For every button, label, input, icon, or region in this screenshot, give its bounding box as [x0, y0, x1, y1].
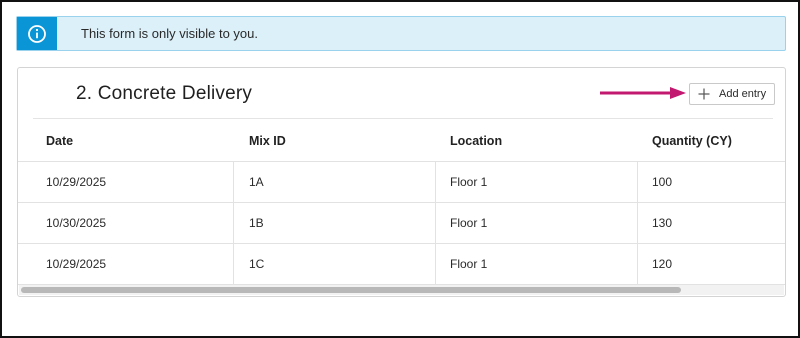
cell-date[interactable]: 10/29/2025: [18, 244, 234, 284]
scrollbar-thumb[interactable]: [21, 287, 681, 293]
cell-location[interactable]: Floor 1: [436, 162, 638, 202]
cell-location[interactable]: Floor 1: [436, 203, 638, 243]
delivery-table: Date Mix ID Location Quantity (CY) 10/29…: [18, 120, 785, 285]
cell-mix-id[interactable]: 1B: [234, 203, 436, 243]
cell-date[interactable]: 10/30/2025: [18, 203, 234, 243]
cell-quantity[interactable]: 120: [638, 244, 785, 284]
plus-icon: [697, 87, 711, 101]
annotation-arrow-icon: [600, 87, 686, 99]
form-window: This form is only visible to you. 2. Con…: [0, 0, 800, 338]
table-header-row: Date Mix ID Location Quantity (CY): [18, 120, 785, 162]
add-entry-label: Add entry: [719, 88, 767, 100]
concrete-delivery-section: 2. Concrete Delivery Add entry Date Mix …: [17, 67, 786, 297]
cell-date[interactable]: 10/29/2025: [18, 162, 234, 202]
table-row[interactable]: 10/29/2025 1C Floor 1 120: [18, 244, 785, 285]
add-entry-button[interactable]: Add entry: [689, 83, 775, 105]
column-header-mix-id[interactable]: Mix ID: [234, 120, 436, 161]
title-divider: [33, 118, 773, 119]
column-header-date[interactable]: Date: [18, 120, 234, 161]
table-row[interactable]: 10/30/2025 1B Floor 1 130: [18, 203, 785, 244]
banner-message: This form is only visible to you.: [81, 26, 259, 41]
info-icon: [17, 17, 57, 50]
cell-quantity[interactable]: 100: [638, 162, 785, 202]
table-row[interactable]: 10/29/2025 1A Floor 1 100: [18, 162, 785, 203]
info-banner: This form is only visible to you.: [16, 16, 786, 51]
section-title: 2. Concrete Delivery: [76, 83, 253, 104]
column-header-location[interactable]: Location: [436, 120, 638, 161]
column-header-quantity[interactable]: Quantity (CY): [638, 120, 785, 161]
horizontal-scrollbar[interactable]: [19, 285, 784, 295]
cell-quantity[interactable]: 130: [638, 203, 785, 243]
cell-location[interactable]: Floor 1: [436, 244, 638, 284]
cell-mix-id[interactable]: 1C: [234, 244, 436, 284]
cell-mix-id[interactable]: 1A: [234, 162, 436, 202]
